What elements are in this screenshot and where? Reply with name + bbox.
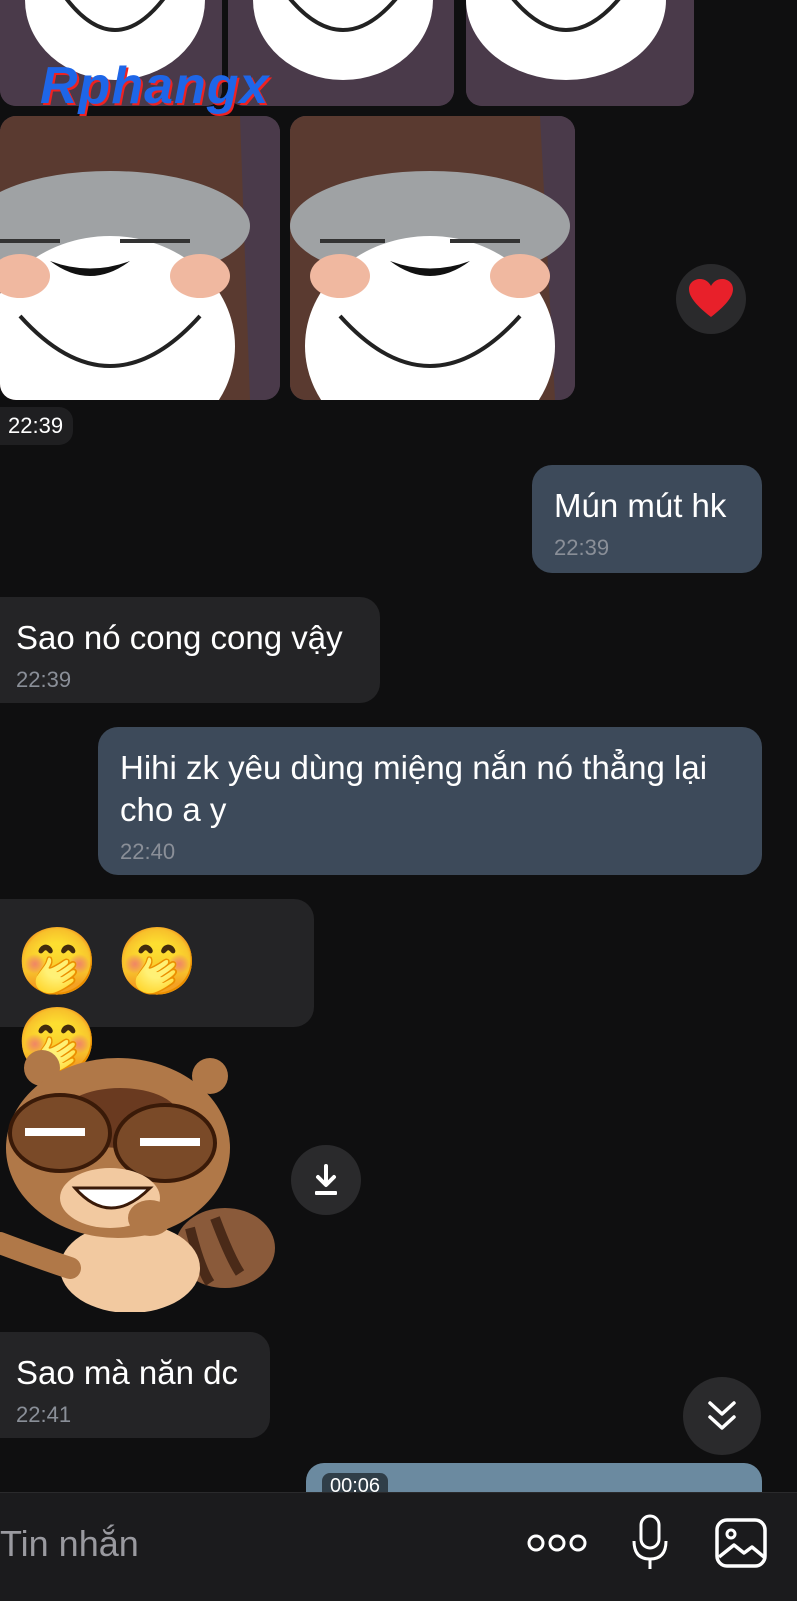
microphone-button[interactable] (630, 1513, 670, 1573)
download-icon (315, 1164, 337, 1195)
message-time: 22:41 (16, 1402, 72, 1427)
photo-group-time: 22:39 (0, 407, 74, 445)
message-text: Sao mà năn dc (16, 1354, 238, 1391)
message-time: 22:39 (554, 535, 610, 560)
message-time: 22:39 (16, 667, 72, 692)
message-text: Hihi zk yêu dùng miệng nắn nó thẳng lại … (120, 749, 708, 828)
reaction-badge[interactable] (676, 264, 746, 334)
microphone-icon (632, 1514, 668, 1569)
photo-image (290, 116, 575, 400)
photo-tile[interactable] (466, 0, 694, 106)
more-button[interactable] (526, 1523, 588, 1563)
photo-image (466, 0, 694, 106)
message-time: 22:40 (120, 839, 176, 864)
sticker[interactable] (0, 1048, 280, 1313)
message-text: Mún mút hk (554, 487, 727, 524)
photo-tile[interactable] (0, 116, 280, 400)
photo-image (0, 116, 280, 400)
scroll-to-bottom-button[interactable] (683, 1377, 761, 1455)
image-icon (715, 1518, 767, 1568)
double-chevron-down-icon (708, 1401, 736, 1430)
message-bubble-received[interactable]: Sao mà năn dc 22:41 (0, 1332, 270, 1438)
message-bubble-sent[interactable]: Hihi zk yêu dùng miệng nắn nó thẳng lại … (98, 727, 762, 875)
more-icon (527, 1534, 587, 1552)
message-input-bar: Tin nhắn (0, 1492, 797, 1601)
heart-icon (689, 279, 733, 317)
photo-tile[interactable] (290, 116, 575, 400)
message-text: Sao nó cong cong vậy (16, 619, 343, 656)
watermark-logo: Rphangx (40, 57, 270, 115)
message-bubble-sent[interactable]: Mún mút hk 22:39 (532, 465, 762, 573)
download-button[interactable] (291, 1145, 361, 1215)
message-bubble-received[interactable]: Sao nó cong cong vậy 22:39 (0, 597, 380, 703)
message-bubble-received[interactable]: 🤭🤭🤭 (0, 899, 314, 1078)
raccoon-sticker (0, 1050, 275, 1313)
message-input[interactable]: Tin nhắn (0, 1523, 139, 1565)
gallery-button[interactable] (714, 1517, 768, 1569)
